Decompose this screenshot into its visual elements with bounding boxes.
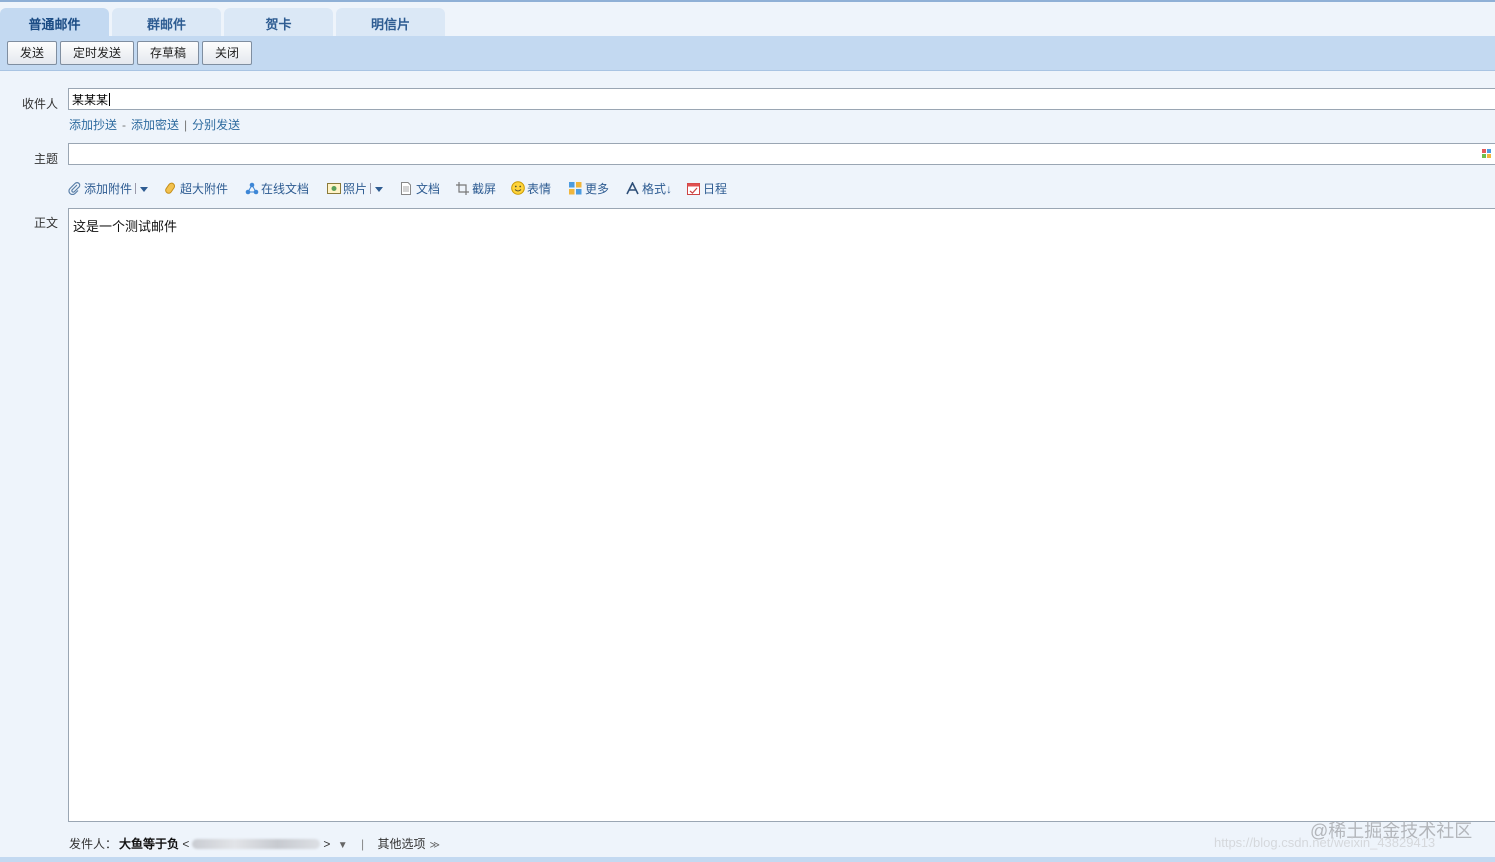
subject-label: 主题	[33, 152, 58, 166]
bottom-border	[0, 857, 1495, 862]
tab-normal-mail[interactable]: 普通邮件	[0, 8, 109, 36]
photo-button[interactable]: 照片	[327, 179, 384, 199]
link-bar-separator: |	[184, 118, 188, 132]
body-editor[interactable]: 这是一个测试邮件	[68, 208, 1495, 822]
sender-label: 发件人：	[69, 837, 118, 851]
document-button[interactable]: 文档	[400, 179, 440, 199]
more-button[interactable]: 更多	[569, 179, 609, 199]
online-doc-button[interactable]: 在线文档	[245, 179, 309, 199]
tab-group-mail[interactable]: 群邮件	[112, 8, 221, 36]
top-border	[0, 0, 1495, 2]
attachment-toolbar: 添加附件 超大附件 在线文档 照片 文档 截屏 表情 更多 格式↓ 日程	[68, 179, 768, 199]
add-attachment-button[interactable]: 添加附件	[68, 179, 149, 199]
paperclip-icon	[68, 181, 81, 196]
sender-addr-close: >	[323, 837, 331, 851]
send-button[interactable]: 发送	[7, 41, 57, 65]
document-icon	[400, 181, 413, 195]
photo-dropdown-icon[interactable]	[375, 187, 384, 192]
large-attachment-icon	[164, 181, 177, 194]
compose-toolbar: 发送 定时发送 存草稿 关闭	[0, 36, 1495, 71]
mail-type-tabs: 普通邮件 群邮件 贺卡 明信片	[0, 8, 1495, 36]
link-dash-separator: -	[122, 118, 127, 132]
large-attachment-button[interactable]: 超大附件	[164, 179, 228, 199]
add-bcc-link[interactable]: 添加密送	[131, 118, 179, 132]
footer-separator: |	[361, 837, 365, 851]
close-button[interactable]: 关闭	[202, 41, 252, 65]
calendar-button[interactable]: 日程	[687, 179, 727, 199]
sender-name: 大鱼等于负	[119, 837, 180, 851]
format-button[interactable]: 格式↓	[626, 179, 672, 199]
add-cc-link[interactable]: 添加抄送	[69, 118, 117, 132]
scheduled-send-button[interactable]: 定时发送	[60, 41, 134, 65]
recipient-input[interactable]: 某某某	[68, 88, 1495, 110]
other-options-link[interactable]: 其他选项	[377, 837, 425, 851]
body-text: 这是一个测试邮件	[73, 219, 178, 234]
emoji-icon	[511, 181, 525, 195]
recipient-links: 添加抄送 - 添加密送 | 分别发送	[69, 116, 240, 133]
tab-postcard[interactable]: 明信片	[336, 8, 445, 36]
chevron-down-icon[interactable]: ≫	[429, 840, 439, 851]
tab-greeting-card[interactable]: 贺卡	[224, 8, 333, 36]
body-label: 正文	[33, 216, 58, 230]
recipient-value: 某某某	[72, 93, 111, 107]
photo-icon	[327, 181, 341, 194]
online-doc-icon	[245, 181, 259, 195]
emoji-button[interactable]: 表情	[511, 179, 551, 199]
sender-bar: 发件人： 大鱼等于负 < > ▼ | 其他选项 ≫	[69, 835, 440, 852]
sender-addr-open: <	[182, 837, 190, 851]
save-draft-button[interactable]: 存草稿	[137, 41, 199, 65]
screenshot-button[interactable]: 截屏	[456, 179, 496, 199]
screenshot-icon	[456, 181, 469, 195]
subject-input[interactable]	[68, 143, 1495, 165]
format-icon	[626, 181, 639, 195]
sender-dropdown-icon[interactable]: ▼	[338, 840, 348, 851]
subject-grid-icon[interactable]	[1482, 149, 1491, 158]
recipient-label: 收件人	[21, 97, 58, 111]
more-icon	[569, 181, 582, 195]
add-attachment-dropdown-icon[interactable]	[140, 187, 149, 192]
watermark-csdn: https://blog.csdn.net/weixin_43829413	[1214, 835, 1436, 850]
separate-send-link[interactable]: 分别发送	[192, 118, 240, 132]
sender-email-redacted	[192, 839, 321, 849]
calendar-icon	[687, 181, 700, 195]
